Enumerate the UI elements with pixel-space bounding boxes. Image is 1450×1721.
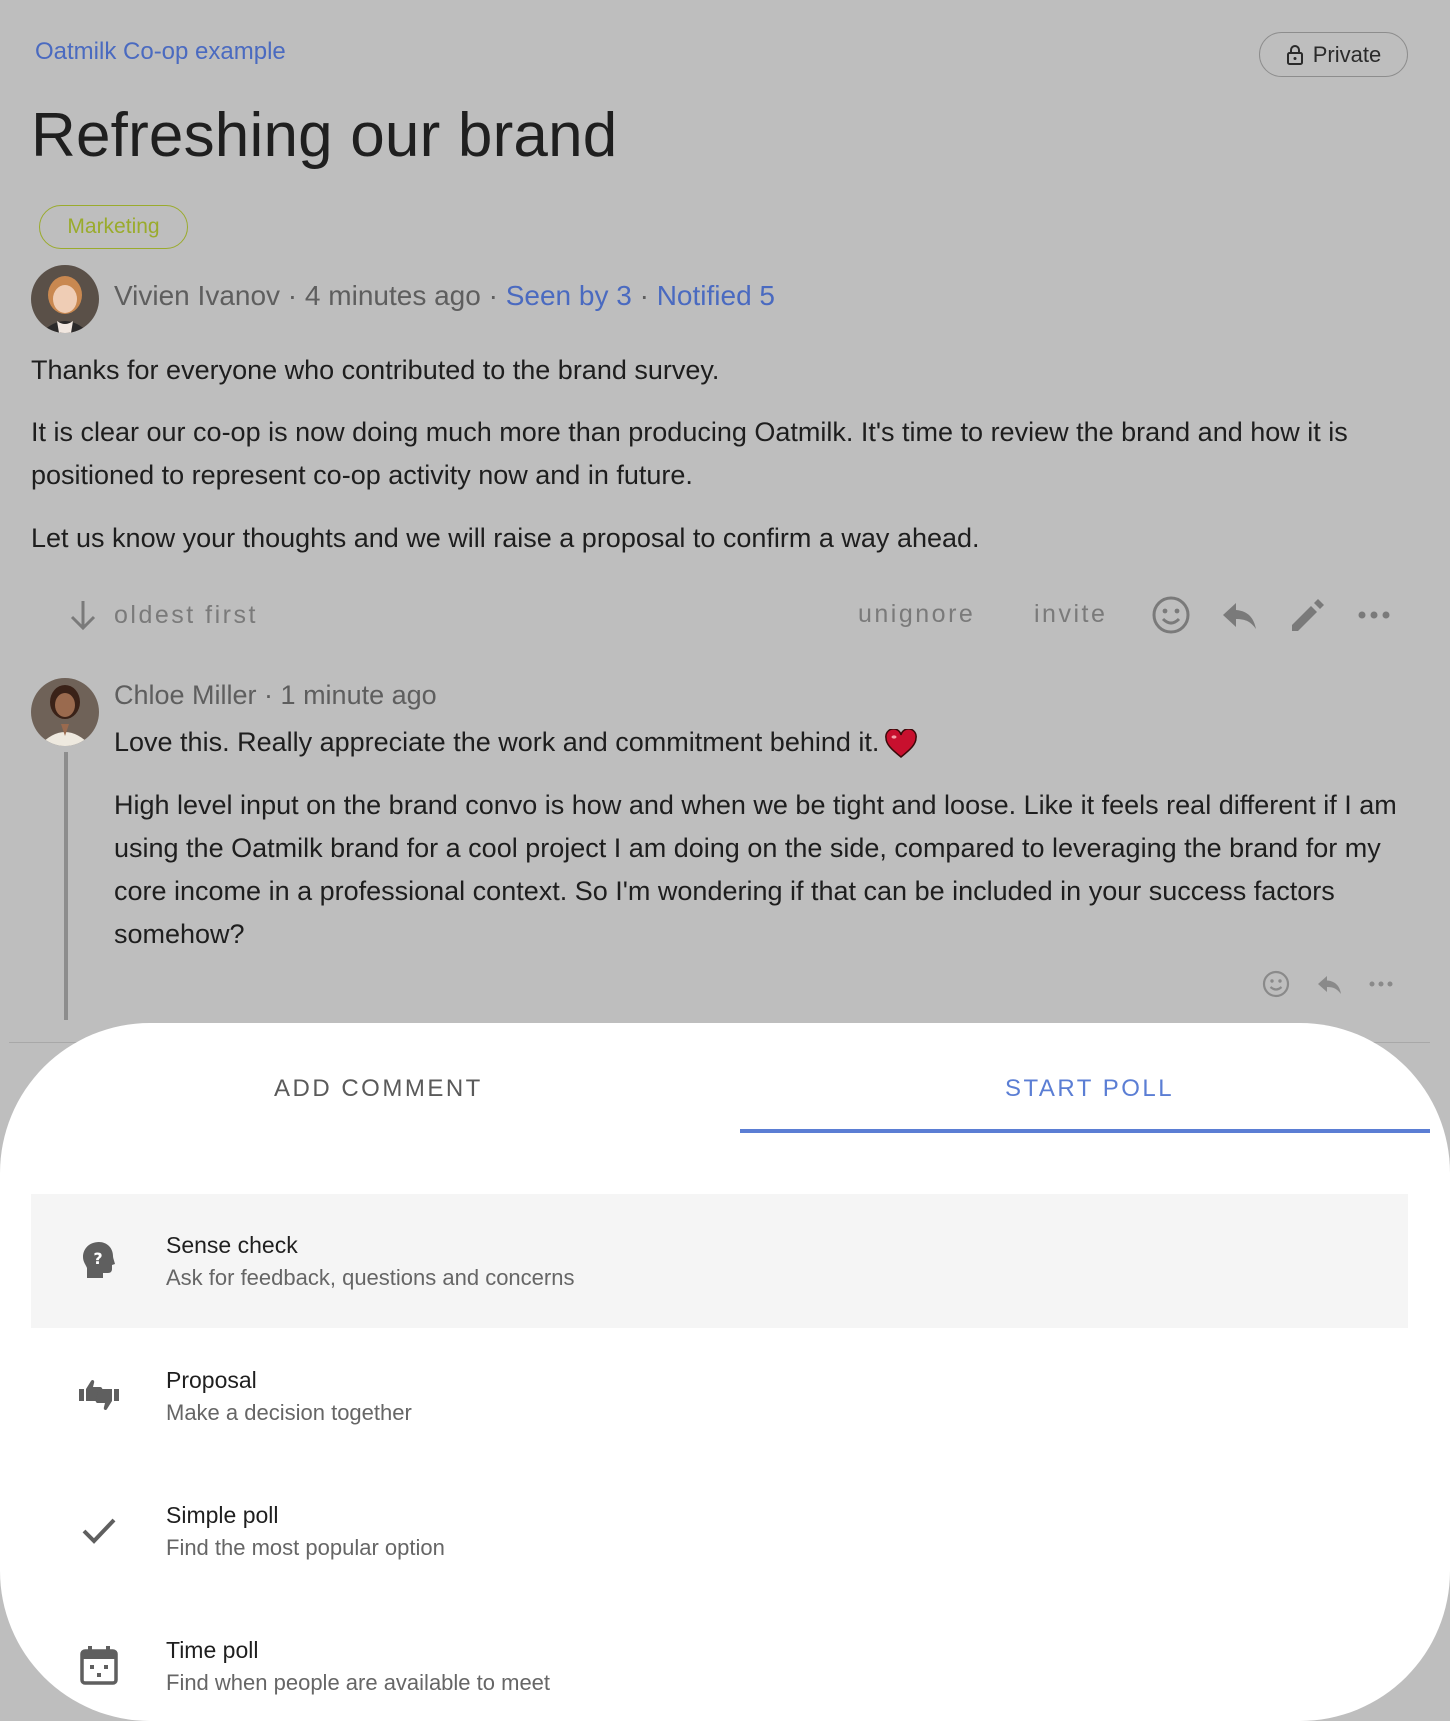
- avatar-image: [31, 678, 99, 746]
- comment-meta: Chloe Miller · 1 minute ago: [114, 680, 437, 711]
- meta-separator: ·: [280, 280, 305, 311]
- thread-paragraph: It is clear our co-op is now doing much …: [31, 417, 1348, 490]
- more-icon: [1369, 981, 1393, 987]
- commenter-name[interactable]: Chloe Miller: [114, 680, 257, 710]
- thumbs-icon: [77, 1373, 121, 1417]
- edit-icon: [1292, 599, 1324, 631]
- emoji-icon: [1262, 970, 1290, 998]
- poll-type-subtitle: Find the most popular option: [166, 1535, 445, 1560]
- comment-text: Love this. Really appreciate the work an…: [114, 727, 880, 757]
- poll-type-title: Sense check: [166, 1232, 298, 1258]
- comment-reply-button[interactable]: [1313, 968, 1345, 1000]
- comment-paragraph: High level input on the brand convo is h…: [114, 790, 1397, 949]
- thread-actions: oldest first unignore invite: [0, 588, 1450, 642]
- meta-separator: ·: [256, 680, 281, 710]
- thread-tag[interactable]: Marketing: [39, 205, 188, 249]
- invite-button[interactable]: invite: [1034, 600, 1107, 629]
- poll-type-title: Proposal: [166, 1367, 257, 1393]
- poll-type-time-poll[interactable]: Time poll Find when people are available…: [31, 1599, 1408, 1721]
- sort-order-button[interactable]: oldest first: [66, 598, 258, 632]
- heart-emoji-icon: [885, 728, 918, 758]
- comment-time: 1 minute ago: [280, 680, 437, 710]
- notified-link[interactable]: Notified 5: [657, 280, 775, 311]
- post-time: 4 minutes ago: [304, 280, 481, 311]
- meta-separator: ·: [480, 280, 506, 311]
- poll-type-subtitle: Ask for feedback, questions and concerns: [166, 1265, 575, 1290]
- sort-order-label: oldest first: [114, 600, 258, 629]
- thread-paragraph: Let us know your thoughts and we will ra…: [31, 523, 980, 553]
- thread-line: [64, 752, 68, 1020]
- poll-type-subtitle: Make a decision together: [166, 1400, 412, 1425]
- emoji-icon: [1152, 596, 1190, 634]
- check-icon: [77, 1508, 121, 1552]
- commenter-avatar[interactable]: [31, 678, 99, 746]
- group-link[interactable]: Oatmilk Co-op example: [35, 38, 286, 66]
- thread-title: Refreshing our brand: [31, 101, 618, 170]
- author-avatar[interactable]: [31, 265, 99, 333]
- meta-separator: ·: [631, 280, 657, 311]
- page: Oatmilk Co-op example Private Refreshing…: [0, 0, 1450, 1721]
- head-question-icon: ?: [77, 1238, 121, 1282]
- tab-add-comment[interactable]: ADD COMMENT: [274, 1075, 483, 1103]
- calendar-icon: [77, 1643, 121, 1687]
- more-button[interactable]: [1352, 593, 1396, 637]
- active-tab-indicator: [740, 1129, 1430, 1133]
- poll-type-sense-check[interactable]: ? Sense check Ask for feedback, question…: [31, 1194, 1408, 1328]
- privacy-label: Private: [1312, 41, 1382, 67]
- reaction-button[interactable]: [1149, 593, 1193, 637]
- svg-text:?: ?: [93, 1249, 102, 1268]
- comment-more-button[interactable]: [1365, 968, 1397, 1000]
- poll-type-proposal[interactable]: Proposal Make a decision together: [31, 1329, 1408, 1463]
- thread-meta: Vivien Ivanov · 4 minutes ago · Seen by …: [114, 280, 775, 312]
- reply-icon: [1318, 976, 1341, 994]
- poll-type-title: Simple poll: [166, 1502, 279, 1528]
- author-name[interactable]: Vivien Ivanov: [114, 280, 280, 311]
- reply-icon: [1223, 603, 1256, 629]
- privacy-button[interactable]: Private: [1259, 32, 1408, 77]
- reply-button[interactable]: [1217, 593, 1261, 637]
- unignore-button[interactable]: unignore: [858, 600, 975, 629]
- more-icon: [1358, 611, 1390, 619]
- thread-paragraph: Thanks for everyone who contributed to t…: [31, 355, 720, 385]
- poll-type-subtitle: Find when people are available to meet: [166, 1670, 551, 1695]
- comment-reaction-button[interactable]: [1260, 968, 1292, 1000]
- edit-button[interactable]: [1285, 593, 1329, 637]
- lock-icon: [1286, 44, 1303, 65]
- poll-type-simple-poll[interactable]: Simple poll Find the most popular option: [31, 1464, 1408, 1598]
- comment-paragraph: Love this. Really appreciate the work an…: [114, 721, 1414, 764]
- avatar-image: [31, 265, 99, 333]
- arrow-down-icon: [70, 601, 96, 631]
- poll-type-title: Time poll: [166, 1637, 259, 1663]
- tab-start-poll[interactable]: START POLL: [1005, 1075, 1174, 1103]
- seen-by-link[interactable]: Seen by 3: [506, 280, 632, 311]
